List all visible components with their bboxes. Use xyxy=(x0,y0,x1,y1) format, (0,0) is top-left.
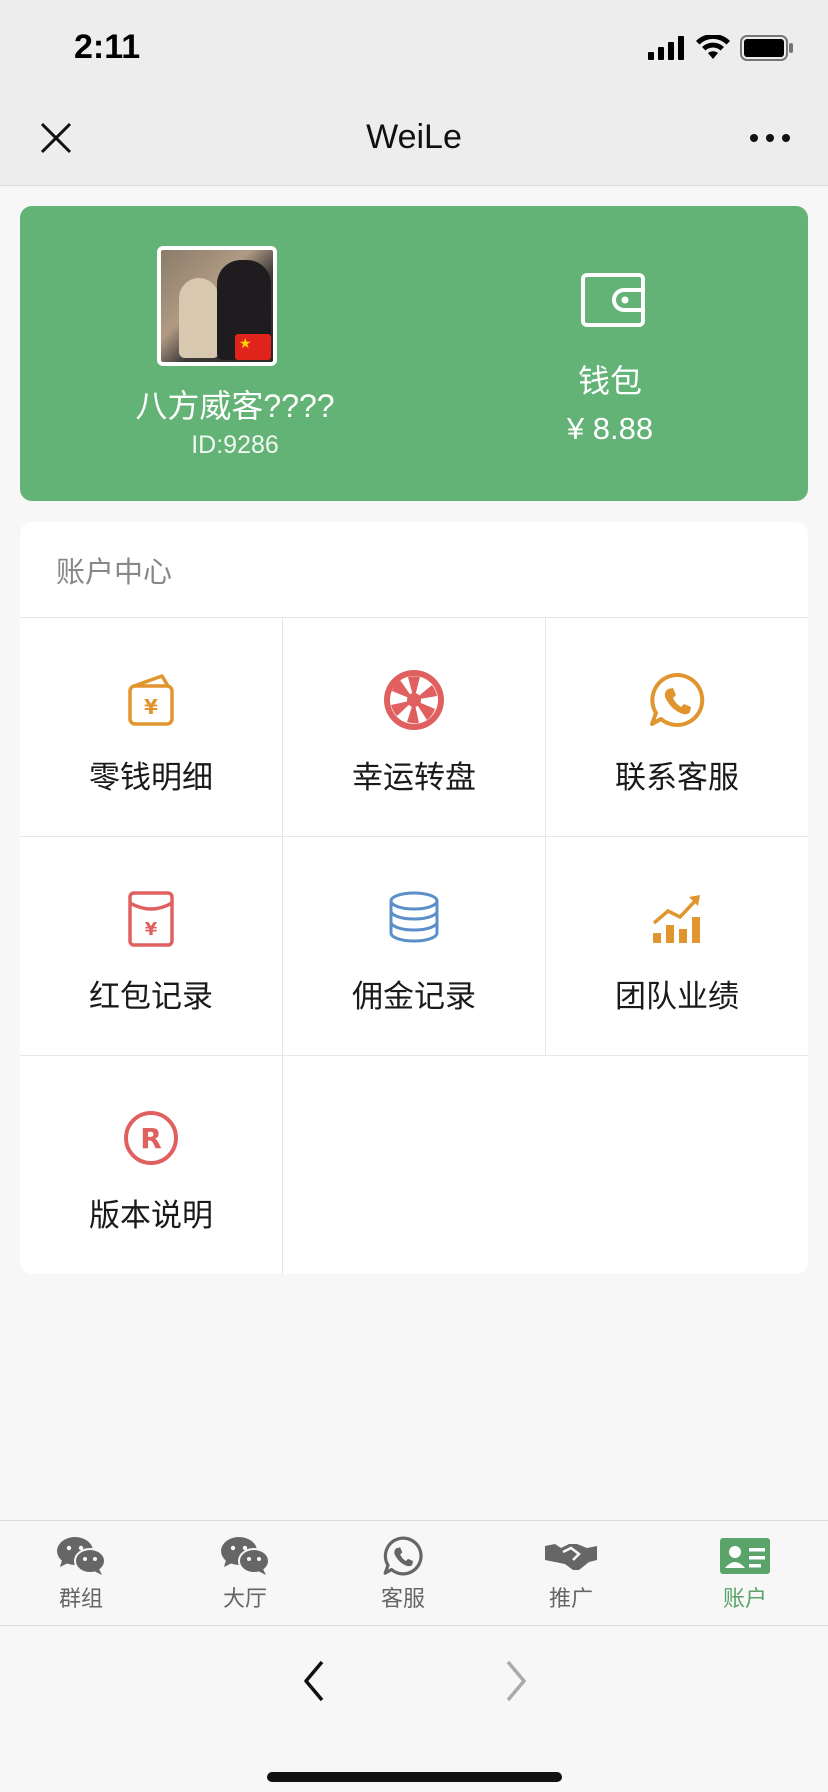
avatar-figure xyxy=(179,278,219,358)
tab-label: 账户 xyxy=(722,1586,767,1611)
tab-promotion[interactable]: 推广 xyxy=(511,1535,631,1613)
avatar[interactable]: ★ xyxy=(157,246,277,366)
lucky-wheel-icon xyxy=(382,668,446,732)
tab-bar: 群组 大厅 客服 推广 账户 xyxy=(0,1520,828,1624)
browser-bottom-nav xyxy=(0,1625,828,1792)
grid-item-change-details[interactable]: ¥ 零钱明细 xyxy=(20,618,283,837)
nav-bar: WeiLe xyxy=(0,88,828,186)
grid-item-label: 红包记录 xyxy=(89,979,213,1014)
phone-chat-icon xyxy=(645,668,709,732)
tab-account[interactable]: 账户 xyxy=(685,1535,805,1613)
china-flag-icon: ★ xyxy=(235,334,271,360)
grid-item-label: 零钱明细 xyxy=(89,760,213,795)
grid-item-version-info[interactable]: R 版本说明 xyxy=(20,1056,283,1274)
account-center-panel: 账户中心 ¥ 零钱明细 幸运转盘 联系客服 ¥ 红包记录 佣金记录 团队业绩 R… xyxy=(20,522,808,1274)
profile-card: ★ 八方威客???? ID:9286 钱包 ¥ 8.88 xyxy=(20,206,808,501)
more-dots-icon[interactable] xyxy=(748,126,792,150)
chevron-left-icon[interactable] xyxy=(296,1656,332,1706)
grid-item-team-performance[interactable]: 团队业绩 xyxy=(546,837,808,1056)
grid-item-customer-service[interactable]: 联系客服 xyxy=(546,618,808,837)
tab-groups[interactable]: 群组 xyxy=(21,1535,141,1613)
svg-text:¥: ¥ xyxy=(144,695,158,719)
wallet-icon[interactable] xyxy=(580,272,646,328)
grid-item-label: 版本说明 xyxy=(89,1198,213,1233)
handshake-icon xyxy=(543,1535,599,1577)
tab-label: 群组 xyxy=(58,1586,103,1611)
tab-label: 推广 xyxy=(548,1586,593,1611)
grid-item-label: 佣金记录 xyxy=(352,979,476,1014)
wechat-icon xyxy=(217,1535,273,1577)
grid-item-red-envelope-records[interactable]: ¥ 红包记录 xyxy=(20,837,283,1056)
svg-text:R: R xyxy=(140,1122,162,1155)
grid-item-label: 幸运转盘 xyxy=(352,760,476,795)
tab-customer-service[interactable]: 客服 xyxy=(343,1535,463,1613)
phone-chat-icon xyxy=(375,1535,431,1577)
profile-name: 八方威客???? xyxy=(135,388,335,424)
tab-label: 客服 xyxy=(380,1586,425,1611)
page-title: WeiLe xyxy=(366,118,462,156)
wallet-label[interactable]: 钱包 xyxy=(500,356,720,402)
coin-stack-icon xyxy=(382,887,446,951)
wallet-yuan-icon: ¥ xyxy=(119,668,183,732)
wallet-amount: ¥ 8.88 xyxy=(566,411,654,446)
home-indicator[interactable] xyxy=(267,1772,562,1782)
tab-lobby[interactable]: 大厅 xyxy=(185,1535,305,1613)
id-card-icon xyxy=(717,1535,773,1577)
signal-icon xyxy=(648,36,684,60)
tab-label: 大厅 xyxy=(222,1586,267,1611)
red-envelope-icon: ¥ xyxy=(119,887,183,951)
grid-item-label: 联系客服 xyxy=(615,760,739,795)
status-time: 2:11 xyxy=(74,28,141,66)
status-icons xyxy=(648,34,794,62)
chevron-right-icon[interactable] xyxy=(498,1656,534,1706)
svg-text:¥: ¥ xyxy=(145,919,158,940)
growth-chart-icon xyxy=(645,887,709,951)
profile-id: ID:9286 xyxy=(191,431,279,459)
section-title: 账户中心 xyxy=(20,522,808,618)
grid-item-label: 团队业绩 xyxy=(615,979,739,1014)
status-bar: 2:11 xyxy=(0,0,828,88)
grid-item-lucky-wheel[interactable]: 幸运转盘 xyxy=(283,618,546,837)
wifi-icon xyxy=(696,35,730,59)
wechat-icon xyxy=(53,1535,109,1577)
battery-icon xyxy=(740,35,793,61)
grid-item-commission-records[interactable]: 佣金记录 xyxy=(283,837,546,1056)
registered-icon: R xyxy=(119,1106,183,1170)
